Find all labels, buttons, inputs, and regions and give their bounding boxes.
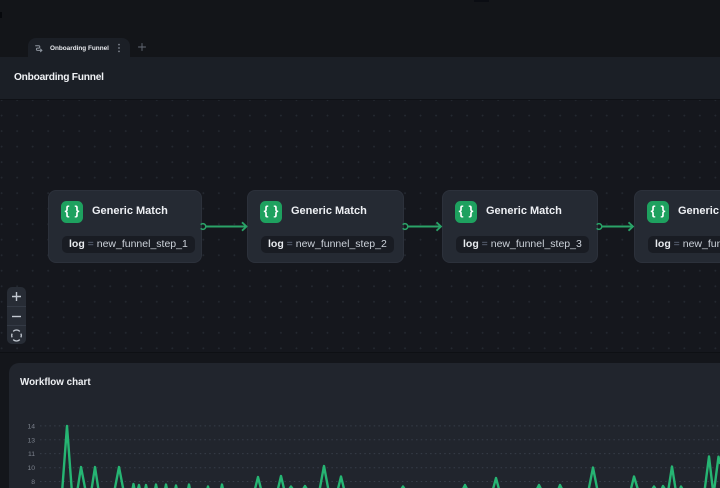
svg-text:8: 8 xyxy=(31,479,35,486)
svg-text:11: 11 xyxy=(28,451,35,458)
svg-text:10: 10 xyxy=(27,465,35,472)
svg-text:13: 13 xyxy=(27,437,35,444)
svg-text:14: 14 xyxy=(27,423,35,430)
